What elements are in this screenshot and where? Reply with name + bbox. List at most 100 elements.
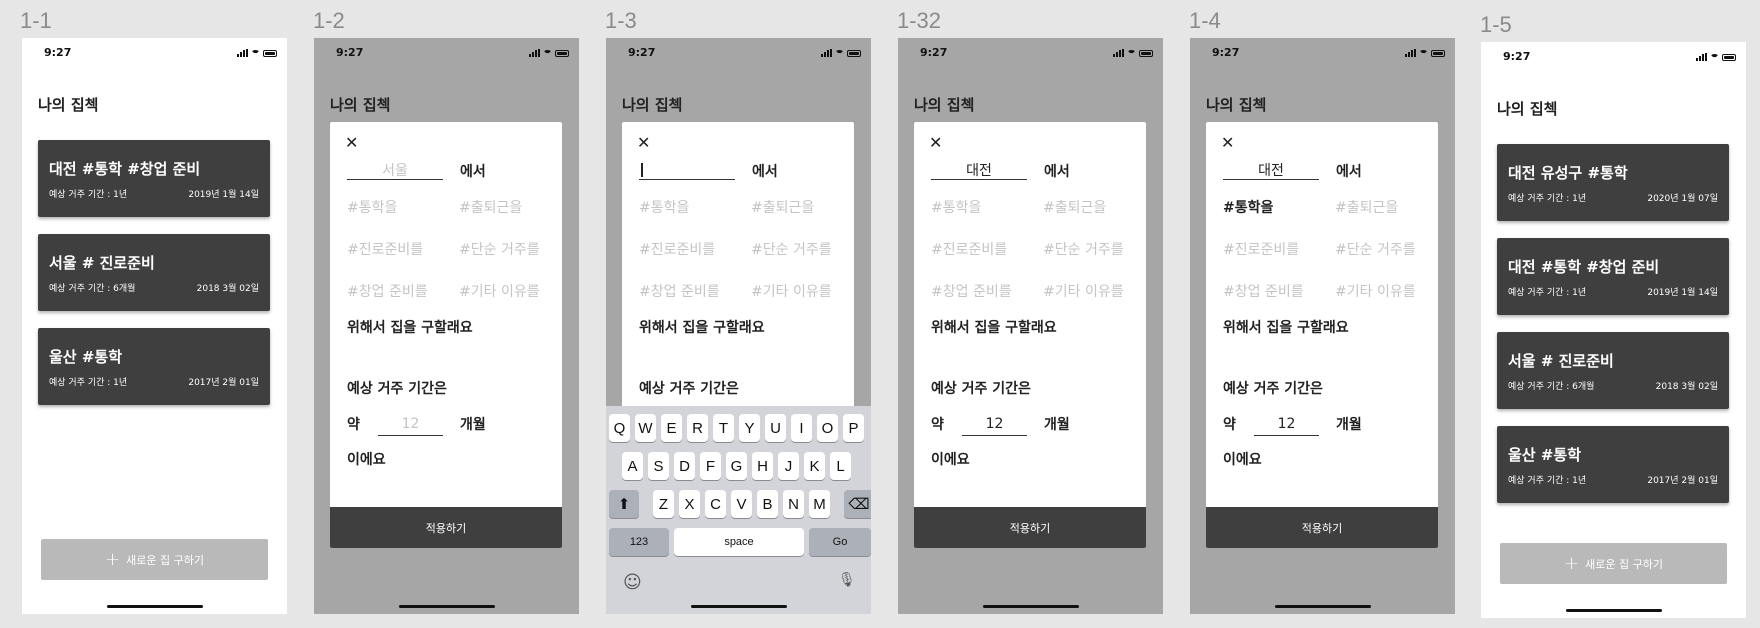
key-y[interactable]: Y [739,414,760,442]
key-l[interactable]: L [830,452,851,480]
battery-icon [1139,50,1153,57]
house-card[interactable]: 대전 #통학 #창업 준비 예상 거주 기간 : 1년 2019년 1월 14일 [1497,238,1729,315]
key-x[interactable]: X [679,490,700,518]
key-o[interactable]: O [817,414,838,442]
close-icon[interactable]: ✕ [929,133,942,152]
key-k[interactable]: K [804,452,825,480]
key-d[interactable]: D [674,452,695,480]
tag-commute-work[interactable]: #출퇴근을 [1335,197,1398,217]
key-c[interactable]: C [705,490,726,518]
status-icons [529,47,569,57]
tag-other-reason[interactable]: #기타 이유를 [1335,281,1416,301]
tag-simple-living[interactable]: #단순 거주를 [459,239,540,259]
purpose-text: 위해서 집을 구할래요 [931,320,1057,336]
home-indicator [1275,605,1371,608]
status-time: 9:27 [1503,50,1531,63]
eseo-label: 에서 [460,164,486,180]
months-unit: 개월 [1336,417,1362,433]
card-date: 2018 3월 02일 [196,284,259,294]
key-n[interactable]: N [783,490,804,518]
tag-commute-work[interactable]: #출퇴근을 [751,197,814,217]
page-title: 나의 집첵 [1497,100,1558,118]
house-card[interactable]: 대전 유성구 #통학 예상 거주 기간 : 1년 2020년 1월 07일 [1497,144,1729,221]
emoji-icon[interactable]: ☺ [623,572,642,593]
tag-career-prep[interactable]: #진로준비를 [931,239,1007,259]
tag-startup-prep[interactable]: #창업 준비를 [931,281,1012,301]
tag-career-prep[interactable]: #진로준비를 [1223,239,1299,259]
key-u[interactable]: U [765,414,786,442]
status-icons [1113,47,1153,57]
tag-commute-school[interactable]: #통학을 [1223,197,1273,217]
months-input[interactable]: 12 [962,416,1027,436]
apply-button[interactable]: 적용하기 [1206,507,1438,548]
status-icons [821,47,861,57]
tag-startup-prep[interactable]: #창업 준비를 [347,281,428,301]
key-w[interactable]: W [635,414,656,442]
city-input[interactable]: 대전 [931,160,1027,180]
tag-other-reason[interactable]: #기타 이유를 [459,281,540,301]
key-v[interactable]: V [731,490,752,518]
house-card[interactable]: 울산 #통학 예상 거주 기간 : 1년 2017년 2월 01일 [1497,426,1729,503]
key-g[interactable]: G [726,452,747,480]
tag-commute-work[interactable]: #출퇴근을 [1043,197,1106,217]
key-r[interactable]: R [687,414,708,442]
screen-1-5: 9:27 나의 집첵 대전 유성구 #통학 예상 거주 기간 : 1년 2020… [1481,42,1746,618]
city-input[interactable]: 대전 [1223,160,1319,180]
close-icon[interactable]: ✕ [1221,133,1234,152]
key-a[interactable]: A [622,452,643,480]
tag-simple-living[interactable]: #단순 거주를 [1335,239,1416,259]
months-input[interactable]: 12 [1254,416,1319,436]
city-input[interactable] [639,160,735,180]
key-m[interactable]: M [809,490,830,518]
tag-commute-work[interactable]: #출퇴근을 [459,197,522,217]
card-date: 2017년 2월 01일 [188,378,259,388]
tag-startup-prep[interactable]: #창업 준비를 [1223,281,1304,301]
screen-1-3: 9:27 나의 집첵 ✕ 에서 #통학을 #출퇴근을 #진로준비를 #단순 거주… [606,38,871,614]
key-e[interactable]: E [661,414,682,442]
key-q[interactable]: Q [609,414,630,442]
tag-other-reason[interactable]: #기타 이유를 [1043,281,1124,301]
new-house-button[interactable]: + 새로운 집 구하기 [41,539,268,580]
house-card[interactable]: 서울 # 진로준비 예상 거주 기간 : 6개월 2018 3월 02일 [1497,332,1729,409]
shift-key-icon[interactable]: ⬆ [609,490,639,518]
tag-simple-living[interactable]: #단순 거주를 [751,239,832,259]
months-input[interactable]: 12 [378,416,443,436]
home-indicator [691,605,787,608]
tag-commute-school[interactable]: #통학을 [931,197,981,217]
tag-simple-living[interactable]: #단순 거주를 [1043,239,1124,259]
key-h[interactable]: H [752,452,773,480]
key-f[interactable]: F [700,452,721,480]
tag-other-reason[interactable]: #기타 이유를 [751,281,832,301]
house-card[interactable]: 울산 #통학 예상 거주 기간 : 1년 2017년 2월 01일 [38,328,270,405]
close-icon[interactable]: ✕ [637,133,650,152]
key-b[interactable]: B [757,490,778,518]
key-p[interactable]: P [843,414,864,442]
backspace-key-icon[interactable]: ⌫ [844,490,871,518]
tag-startup-prep[interactable]: #창업 준비를 [639,281,720,301]
tag-career-prep[interactable]: #진로준비를 [639,239,715,259]
space-key[interactable]: space [674,528,804,556]
key-s[interactable]: S [648,452,669,480]
city-input[interactable]: 서울 [347,160,443,180]
tag-commute-school[interactable]: #통학을 [639,197,689,217]
new-house-button[interactable]: + 새로운 집 구하기 [1500,543,1727,584]
apply-button[interactable]: 적용하기 [330,507,562,548]
card-title: 서울 # 진로준비 [1508,352,1614,370]
tag-commute-school[interactable]: #통학을 [347,197,397,217]
go-key[interactable]: Go [809,528,871,556]
house-card[interactable]: 대전 #통학 #창업 준비 예상 거주 기간 : 1년 2019년 1월 14일 [38,140,270,217]
frame-label-1-32: 1-32 [897,8,942,33]
eseo-label: 에서 [752,164,778,180]
apply-button[interactable]: 적용하기 [914,507,1146,548]
numbers-key[interactable]: 123 [609,528,669,556]
house-card[interactable]: 서울 # 진로준비 예상 거주 기간 : 6개월 2018 3월 02일 [38,234,270,311]
wifi-icon [251,50,260,57]
tag-career-prep[interactable]: #진로준비를 [347,239,423,259]
key-z[interactable]: Z [653,490,674,518]
key-j[interactable]: J [778,452,799,480]
microphone-icon[interactable]: 🎙 [838,572,856,588]
close-icon[interactable]: ✕ [345,133,358,152]
approx-label: 약 [931,417,944,433]
key-t[interactable]: T [713,414,734,442]
key-i[interactable]: I [791,414,812,442]
